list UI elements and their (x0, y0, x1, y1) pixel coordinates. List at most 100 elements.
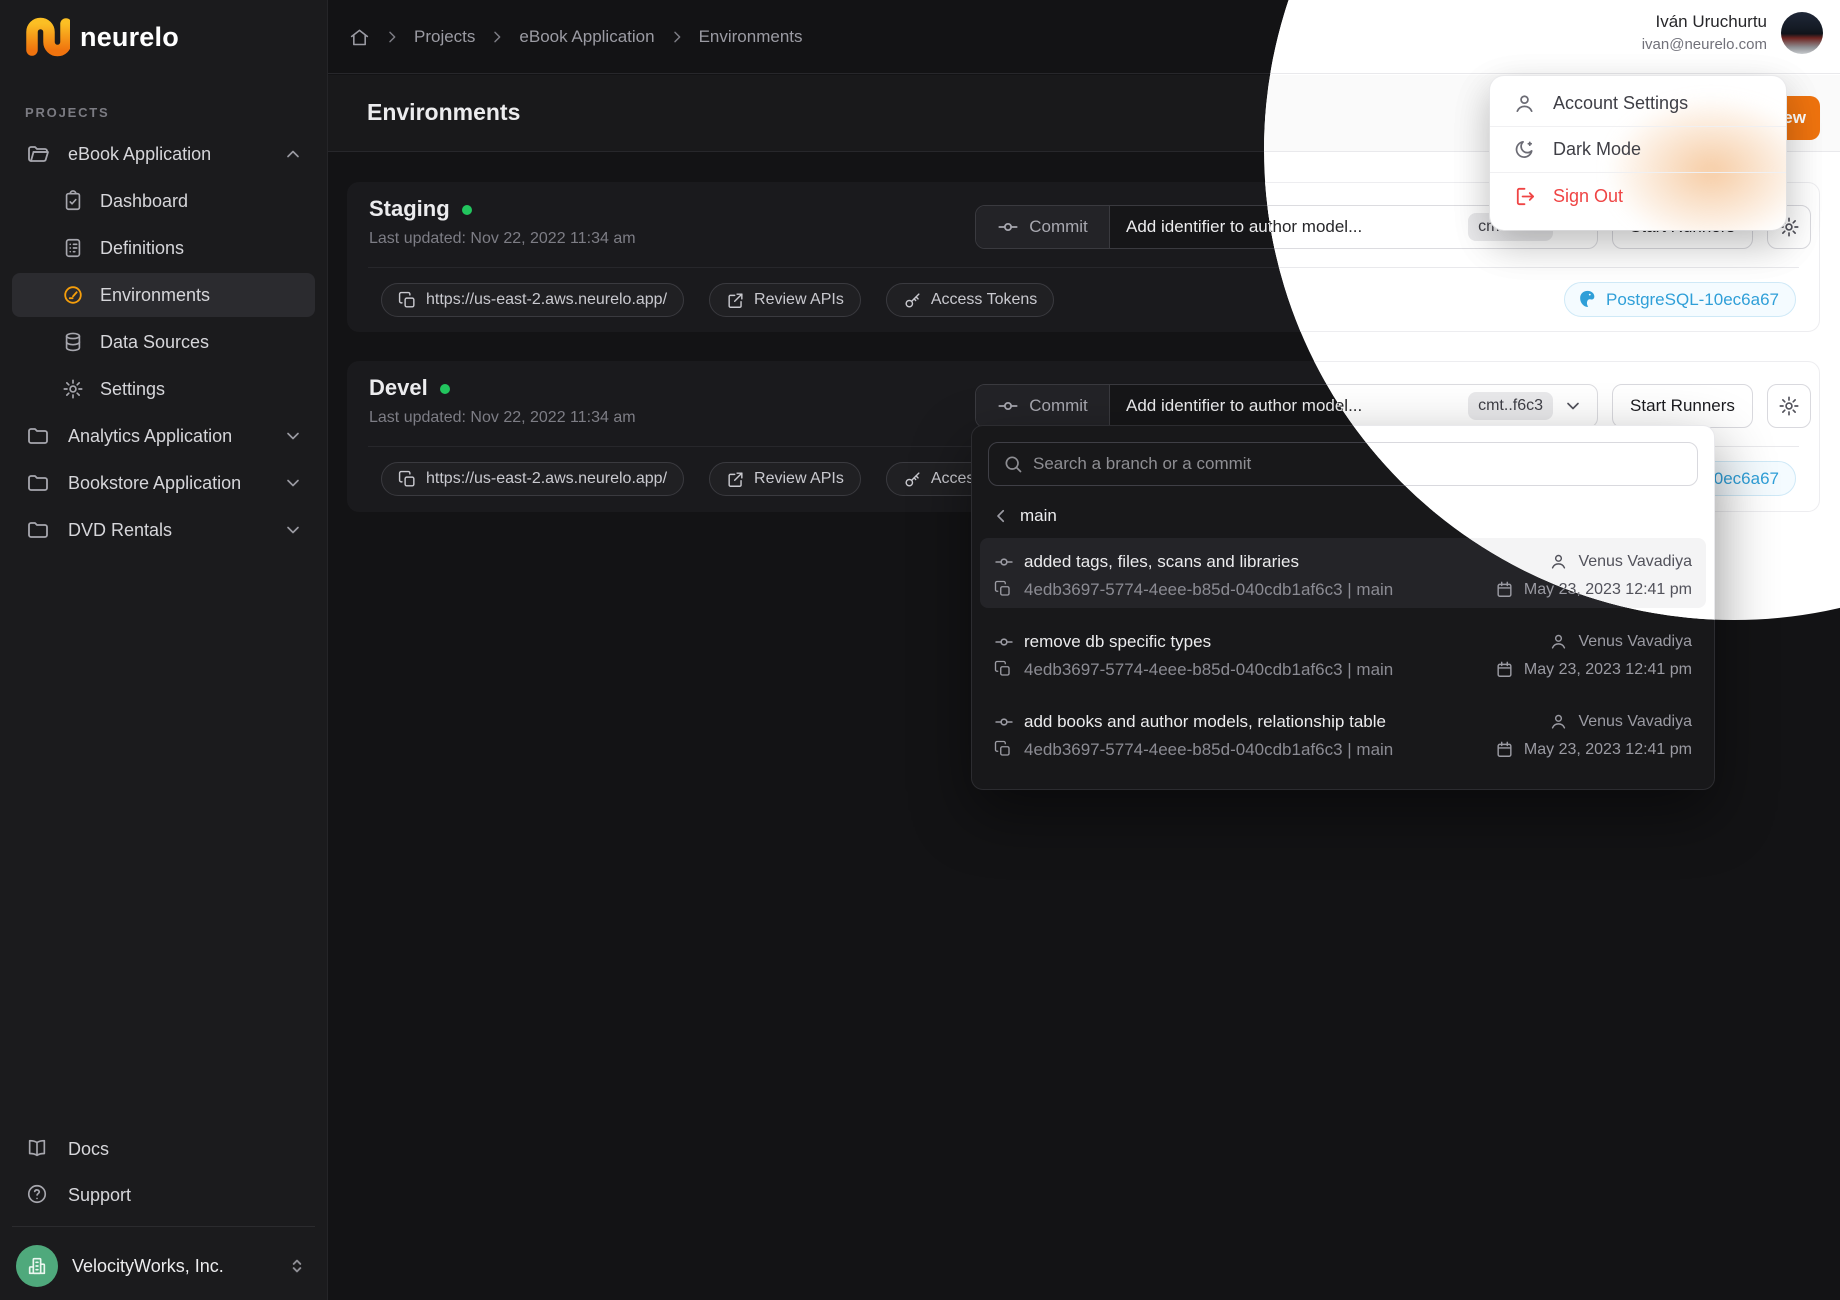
copy-icon (398, 291, 417, 310)
commit-icon (997, 216, 1019, 238)
sidebar-divider (12, 1226, 315, 1227)
postgresql-icon (1577, 289, 1598, 310)
sidebar-item-docs[interactable]: Docs (12, 1127, 315, 1171)
calendar-icon (1495, 660, 1515, 680)
user-name: Iván Uruchurtu (1642, 10, 1767, 34)
api-url-chip[interactable]: https://us-east-2.aws.neurelo.app/ (381, 283, 684, 317)
user-block[interactable]: Iván Uruchurtu ivan@neurelo.com (1642, 10, 1823, 55)
menu-item-dark-mode[interactable]: Dark Mode (1490, 127, 1786, 173)
chevron-down-icon (283, 520, 303, 540)
chevron-left-icon (992, 507, 1010, 525)
commit-icon (994, 552, 1014, 572)
copy-icon (398, 470, 417, 489)
sidebar-item-dashboard[interactable]: Dashboard (12, 179, 315, 223)
last-updated: Last updated: Nov 22, 2022 11:34 am (369, 409, 636, 427)
folder-icon (26, 424, 50, 448)
brand-name: neurelo (80, 22, 179, 53)
org-switcher[interactable]: VelocityWorks, Inc. (16, 1242, 315, 1290)
api-url-chip[interactable]: https://us-east-2.aws.neurelo.app/ (381, 462, 684, 496)
access-tokens-chip[interactable]: Access Tokens (886, 283, 1054, 317)
folder-icon (26, 471, 50, 495)
status-dot (440, 384, 450, 394)
review-apis-chip[interactable]: Review APIs (709, 462, 861, 496)
start-runners-button[interactable]: Start Runners (1612, 384, 1753, 428)
sidebar: neurelo PROJECTS eBook Application Dashb… (0, 0, 328, 1300)
sidebar-item-environments[interactable]: Environments (12, 273, 315, 317)
datasource-badge[interactable]: PostgreSQL-10ec6a67 (1564, 282, 1796, 317)
person-icon (1549, 552, 1569, 572)
page-title: Environments (367, 99, 520, 126)
search-icon (1003, 454, 1023, 474)
branch-back-row[interactable]: main (992, 501, 1057, 531)
sidebar-item-label: Environments (100, 285, 210, 306)
calendar-icon (1495, 580, 1515, 600)
sidebar-item-analytics-application[interactable]: Analytics Application (12, 414, 315, 458)
sidebar-item-dvd-rentals[interactable]: DVD Rentals (12, 508, 315, 552)
key-icon (903, 470, 922, 489)
sidebar-item-label: Definitions (100, 238, 184, 259)
folder-icon (26, 518, 50, 542)
commit-date: May 23, 2023 12:41 pm (1524, 661, 1692, 679)
sidebar-item-label: Support (68, 1185, 131, 1206)
sidebar-item-label: Docs (68, 1139, 109, 1160)
commit-list-item[interactable]: add books and author models, relationshi… (980, 698, 1706, 768)
user-menu: Account Settings Dark Mode Sign Out (1490, 76, 1786, 230)
commit-title: remove db specific types (1024, 632, 1211, 652)
commit-title: added tags, files, scans and libraries (1024, 552, 1299, 572)
sidebar-item-definitions[interactable]: Definitions (12, 226, 315, 270)
person-icon (1549, 712, 1569, 732)
commit-icon (994, 632, 1014, 652)
chevron-right-icon (669, 29, 685, 45)
last-updated: Last updated: Nov 22, 2022 11:34 am (369, 230, 636, 248)
gear-icon (62, 377, 86, 401)
sidebar-item-label: Settings (100, 379, 165, 400)
environment-name: Devel (369, 375, 428, 401)
chevron-right-icon (384, 29, 400, 45)
key-icon (903, 291, 922, 310)
sidebar-item-label: Data Sources (100, 332, 209, 353)
breadcrumb-projects[interactable]: Projects (414, 27, 475, 47)
home-icon[interactable] (349, 27, 370, 48)
copy-icon (994, 660, 1014, 680)
person-icon (1513, 92, 1536, 115)
environment-name: Staging (369, 196, 450, 222)
book-open-icon (26, 1137, 50, 1161)
neurelo-logo-icon (24, 16, 70, 58)
breadcrumb-page[interactable]: Environments (699, 27, 803, 47)
sidebar-item-data-sources[interactable]: Data Sources (12, 320, 315, 364)
commit-label: Commit (1029, 396, 1088, 416)
commit-hash: 4edb3697-5774-4eee-b85d-040cdb1af6c3 | m… (1024, 660, 1393, 680)
gear-icon (1778, 395, 1800, 417)
commit-id-chip: cmt..f6c3 (1468, 392, 1553, 420)
review-apis-chip[interactable]: Review APIs (709, 283, 861, 317)
chevron-down-icon (283, 426, 303, 446)
commit-hash: 4edb3697-5774-4eee-b85d-040cdb1af6c3 | m… (1024, 740, 1393, 760)
sidebar-item-settings[interactable]: Settings (12, 367, 315, 411)
sort-icon (287, 1256, 307, 1276)
chevron-up-icon (283, 144, 303, 164)
person-icon (1549, 632, 1569, 652)
external-link-icon (726, 470, 745, 489)
sidebar-item-ebook-application[interactable]: eBook Application (12, 132, 315, 176)
chevron-down-icon (283, 473, 303, 493)
menu-item-account-settings[interactable]: Account Settings (1490, 81, 1786, 127)
brand-logo[interactable]: neurelo (24, 16, 179, 58)
project-nav: eBook Application Dashboard Definitions (12, 132, 315, 555)
commit-hash: 4edb3697-5774-4eee-b85d-040cdb1af6c3 | m… (1024, 580, 1393, 600)
sidebar-item-bookstore-application[interactable]: Bookstore Application (12, 461, 315, 505)
commit-author: Venus Vavadiya (1578, 633, 1692, 651)
status-dot (462, 205, 472, 215)
help-circle-icon (26, 1183, 50, 1207)
calendar-icon (1495, 740, 1515, 760)
commit-list-item[interactable]: remove db specific types Venus Vavadiya … (980, 618, 1706, 688)
environment-settings-button[interactable] (1767, 384, 1811, 428)
user-avatar[interactable] (1781, 12, 1823, 54)
external-link-icon (726, 291, 745, 310)
user-email: ivan@neurelo.com (1642, 34, 1767, 55)
breadcrumb-app[interactable]: eBook Application (519, 27, 654, 47)
menu-item-sign-out[interactable]: Sign Out (1490, 173, 1786, 219)
clipboard-icon (62, 189, 86, 213)
sidebar-item-support[interactable]: Support (12, 1173, 315, 1217)
org-avatar (16, 1245, 58, 1287)
copy-icon (994, 740, 1014, 760)
